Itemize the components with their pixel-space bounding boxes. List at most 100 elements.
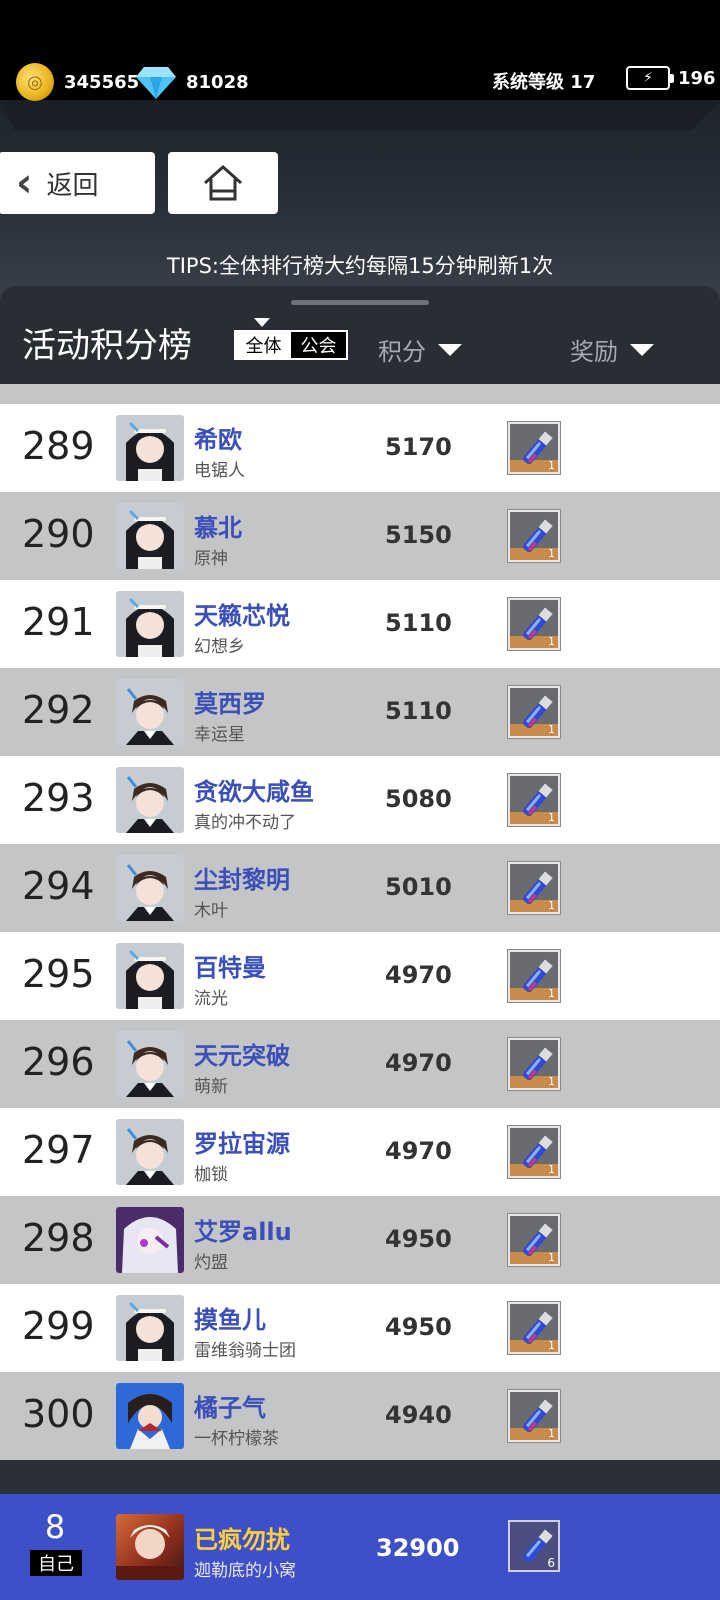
- player-avatar[interactable]: [116, 767, 184, 833]
- leaderboard-row[interactable]: 294 尘封黎明木叶 5010 1: [0, 844, 720, 932]
- home-button[interactable]: [168, 152, 278, 214]
- rank-number: 295: [22, 952, 95, 996]
- player-avatar[interactable]: [116, 1119, 184, 1185]
- player-score: 4970: [385, 1137, 452, 1165]
- player-score: 5110: [385, 697, 452, 725]
- leaderboard-row[interactable]: 291 天籁芯悦幻想乡 5110 1: [0, 580, 720, 668]
- player-score: 5110: [385, 609, 452, 637]
- scope-guild-option[interactable]: 公会: [291, 332, 346, 358]
- reward-item[interactable]: 1: [508, 1302, 560, 1354]
- rank-number: 300: [22, 1392, 95, 1436]
- rank-number: 289: [22, 424, 95, 468]
- score-column-sort[interactable]: 积分: [378, 332, 462, 367]
- reward-item[interactable]: 1: [508, 686, 560, 738]
- reward-item[interactable]: 1: [508, 1390, 560, 1442]
- rank-number: 294: [22, 864, 95, 908]
- player-score: 4950: [385, 1225, 452, 1253]
- player-guild: 枷锁: [194, 1165, 228, 1185]
- reward-qty: 1: [548, 811, 555, 824]
- player-avatar[interactable]: [116, 415, 184, 481]
- reward-column-sort[interactable]: 奖励: [570, 332, 654, 367]
- player-avatar[interactable]: [116, 1031, 184, 1097]
- back-label: 返回: [46, 170, 99, 201]
- player-name: 尘封黎明: [194, 866, 290, 894]
- reward-item[interactable]: 1: [508, 1038, 560, 1090]
- player-guild: 真的冲不动了: [194, 813, 296, 833]
- reward-item[interactable]: 1: [508, 1214, 560, 1266]
- reward-qty: 1: [548, 1427, 555, 1440]
- reward-qty: 1: [548, 635, 555, 648]
- player-score: 4940: [385, 1401, 452, 1429]
- player-guild: 雷维翁骑士团: [194, 1341, 296, 1361]
- player-name: 莫西罗: [194, 690, 266, 718]
- player-guild: 灼盟: [194, 1253, 228, 1273]
- leaderboard-row[interactable]: 295 百特曼 流光 4970 1: [0, 932, 720, 1020]
- reward-qty: 1: [548, 1075, 555, 1088]
- rank-number: 290: [22, 512, 95, 556]
- chevron-left-icon: ‹: [16, 160, 33, 206]
- self-name: 已疯勿扰: [194, 1526, 290, 1554]
- player-avatar[interactable]: [116, 503, 184, 569]
- leaderboard-row[interactable]: 296 天元突破 萌新 4970 1: [0, 1020, 720, 1108]
- self-rank-bar[interactable]: [0, 1494, 720, 1600]
- player-name: 天籁芯悦: [194, 602, 290, 630]
- player-score: 5170: [385, 433, 452, 461]
- player-guild: 幻想乡: [194, 637, 245, 657]
- coin-value: 345565: [64, 71, 140, 93]
- leaderboard-title: 活动积分榜: [22, 326, 192, 366]
- rank-number: 291: [22, 600, 95, 644]
- player-avatar[interactable]: [116, 679, 184, 745]
- player-guild: 流光: [194, 989, 228, 1009]
- leaderboard-row[interactable]: 299 摸鱼儿 雷维翁骑士团 4950 1: [0, 1284, 720, 1372]
- back-button[interactable]: ‹ 返回: [0, 152, 155, 214]
- score-column-label: 积分: [378, 338, 426, 366]
- player-avatar[interactable]: [116, 1207, 184, 1273]
- player-avatar[interactable]: [116, 1383, 184, 1449]
- reward-qty: 1: [548, 899, 555, 912]
- player-avatar[interactable]: [116, 855, 184, 921]
- reward-item[interactable]: 1: [508, 1126, 560, 1178]
- leaderboard-row[interactable]: 298 艾罗allu 灼盟 4950 1: [0, 1196, 720, 1284]
- reward-item[interactable]: 1: [508, 422, 560, 474]
- player-name: 摸鱼儿: [194, 1306, 266, 1334]
- gem-counter: 81028: [136, 62, 249, 102]
- reward-item[interactable]: 1: [508, 862, 560, 914]
- reward-item[interactable]: 1: [508, 510, 560, 562]
- energy-value: 196: [678, 67, 716, 89]
- reward-item[interactable]: 1: [508, 950, 560, 1002]
- scope-toggle[interactable]: 全体 公会: [234, 330, 348, 360]
- sort-down-icon: [630, 343, 654, 356]
- leaderboard-row[interactable]: 300 橘子气 一杯柠檬茶 4940 1: [0, 1372, 720, 1460]
- self-reward-qty: 6: [547, 1556, 555, 1570]
- player-avatar[interactable]: [116, 591, 184, 657]
- drag-handle[interactable]: [291, 300, 429, 305]
- reward-item[interactable]: 1: [508, 598, 560, 650]
- rank-number: 296: [22, 1040, 95, 1084]
- leaderboard-row[interactable]: 292 莫西罗 幸运星 5110 1: [0, 668, 720, 756]
- self-reward-item[interactable]: 6: [508, 1520, 560, 1572]
- reward-qty: 1: [548, 987, 555, 1000]
- self-score: 32900: [376, 1534, 460, 1562]
- player-name: 天元突破: [194, 1042, 290, 1070]
- self-tag: 自己: [30, 1550, 82, 1576]
- leaderboard-row[interactable]: 290 慕北 原神 5150 1: [0, 492, 720, 580]
- player-avatar[interactable]: [116, 1295, 184, 1361]
- reward-qty: 1: [548, 459, 555, 472]
- reward-item[interactable]: 1: [508, 774, 560, 826]
- leaderboard-list[interactable]: 289 希欧 电锯人 5170 1 290 慕北 原神 5150 1 291 天籁芯悦 幻想乡 5110 1…: [0, 384, 720, 1462]
- leaderboard-row[interactable]: 297 罗拉宙源 枷锁 4970 1: [0, 1108, 720, 1196]
- player-score: 5150: [385, 521, 452, 549]
- rank-number: 293: [22, 776, 95, 820]
- background-slab: [0, 100, 720, 130]
- player-score: 4950: [385, 1313, 452, 1341]
- scope-all-option[interactable]: 全体: [236, 332, 291, 358]
- leaderboard-row[interactable]: 293 贪欲大咸鱼 真的冲不动了 5080 1: [0, 756, 720, 844]
- player-avatar[interactable]: [116, 943, 184, 1009]
- player-name: 橘子气: [194, 1394, 266, 1422]
- player-name: 希欧: [194, 426, 242, 454]
- player-guild: 木叶: [194, 901, 228, 921]
- diamond-icon: [136, 67, 176, 99]
- player-score: 5010: [385, 873, 452, 901]
- leaderboard-row[interactable]: 289 希欧 电锯人 5170 1: [0, 404, 720, 492]
- self-avatar: [116, 1514, 184, 1580]
